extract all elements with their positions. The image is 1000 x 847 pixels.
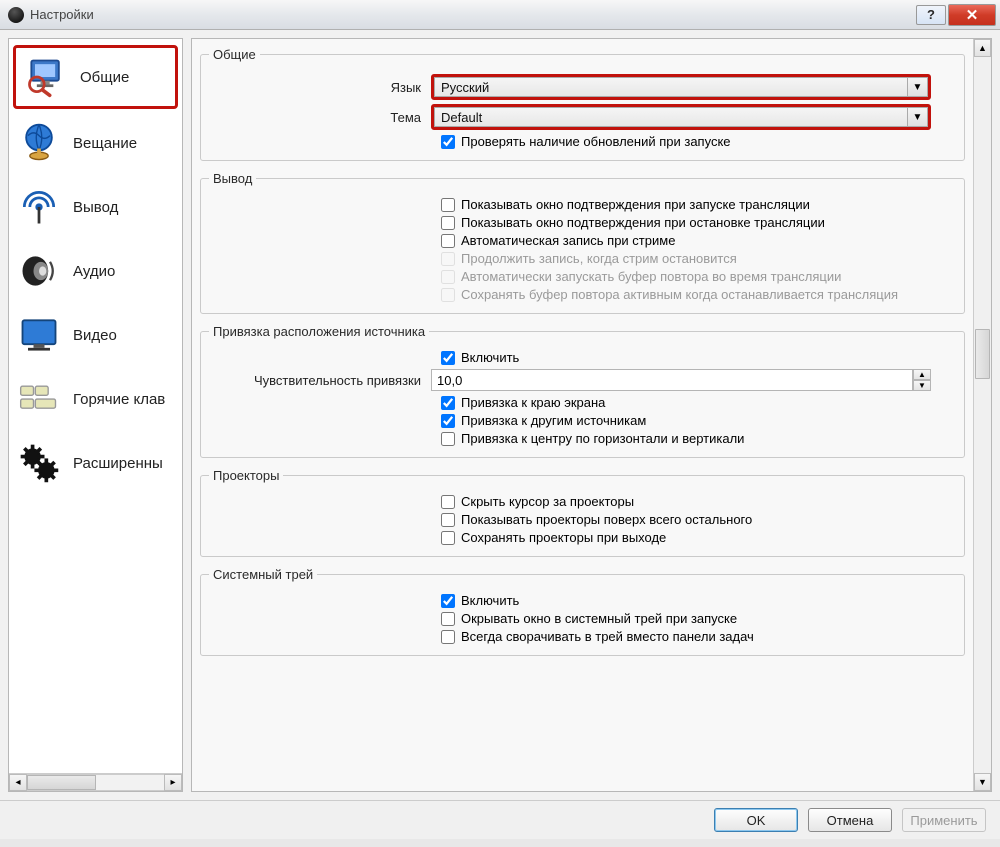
checkbox-label: Включить — [461, 350, 519, 365]
sensitivity-input[interactable] — [431, 369, 913, 391]
check-updates-row: Проверять наличие обновлений при запуске — [441, 134, 956, 149]
checkbox-label: Всегда сворачивать в трей вместо панели … — [461, 629, 754, 644]
keyboard-icon — [15, 375, 63, 423]
checkbox-label: Проверять наличие обновлений при запуске — [461, 134, 731, 149]
chevron-down-icon: ▼ — [908, 77, 928, 97]
tray-enable-checkbox[interactable] — [441, 594, 455, 608]
confirm-start-checkbox[interactable] — [441, 198, 455, 212]
checkbox-label: Привязка к центру по горизонтали и верти… — [461, 431, 744, 446]
section-legend: Привязка расположения источника — [209, 324, 429, 339]
apply-button: Применить — [902, 808, 986, 832]
language-label: Язык — [209, 80, 431, 95]
hide-cursor-checkbox[interactable] — [441, 495, 455, 509]
globe-icon — [15, 119, 63, 167]
checkbox-label: Скрыть курсор за проекторы — [461, 494, 634, 509]
checkbox-label: Показывать окно подтверждения при остано… — [461, 215, 825, 230]
checkbox-label: Сохранять буфер повтора активным когда о… — [461, 287, 898, 302]
cancel-button[interactable]: Отмена — [808, 808, 892, 832]
tray-start-minimized-checkbox[interactable] — [441, 612, 455, 626]
checkbox-label: Окрывать окно в системный трей при запус… — [461, 611, 737, 626]
sidebar: Общие Вещание Вывод Аудио — [8, 38, 183, 792]
snapping-enable-checkbox[interactable] — [441, 351, 455, 365]
spin-down-icon[interactable]: ▼ — [913, 380, 931, 391]
save-projectors-checkbox[interactable] — [441, 531, 455, 545]
scroll-right-icon[interactable]: ▸ — [164, 774, 182, 791]
sensitivity-label: Чувствительность привязки — [209, 373, 431, 388]
section-legend: Вывод — [209, 171, 256, 186]
section-projectors: Проекторы Скрыть курсор за проекторы Пок… — [200, 468, 965, 557]
checkbox-label: Включить — [461, 593, 519, 608]
scroll-down-icon[interactable]: ▼ — [974, 773, 991, 791]
close-button[interactable]: ✕ — [948, 4, 996, 26]
language-select[interactable]: Русский ▼ — [431, 74, 931, 100]
monitor-magnifier-icon — [22, 53, 70, 101]
checkbox-label: Показывать окно подтверждения при запуск… — [461, 197, 810, 212]
scroll-up-icon[interactable]: ▲ — [974, 39, 991, 57]
sidebar-item-output[interactable]: Вывод — [9, 175, 182, 239]
settings-content: Общие Язык Русский ▼ Тема Default — [191, 38, 992, 792]
sidebar-item-label: Аудио — [73, 263, 115, 280]
checkbox-label: Привязка к краю экрана — [461, 395, 605, 410]
sidebar-item-video[interactable]: Видео — [9, 303, 182, 367]
sidebar-item-hotkeys[interactable]: Горячие клав — [9, 367, 182, 431]
dialog-footer: OK Отмена Применить — [0, 800, 1000, 839]
sidebar-item-label: Горячие клав — [73, 391, 165, 408]
sidebar-item-general[interactable]: Общие — [13, 45, 178, 109]
section-tray: Системный трей Включить Окрывать окно в … — [200, 567, 965, 656]
auto-record-checkbox[interactable] — [441, 234, 455, 248]
app-icon — [8, 7, 24, 23]
section-snapping: Привязка расположения источника Включить… — [200, 324, 965, 458]
display-icon — [15, 311, 63, 359]
confirm-stop-checkbox[interactable] — [441, 216, 455, 230]
content-v-scrollbar[interactable]: ▲ ▼ — [973, 39, 991, 791]
window-title: Настройки — [30, 7, 94, 22]
section-legend: Проекторы — [209, 468, 283, 483]
sensitivity-spinner[interactable]: ▲ ▼ — [431, 369, 931, 391]
sidebar-item-label: Расширенны — [73, 455, 163, 472]
snap-center-checkbox[interactable] — [441, 432, 455, 446]
scroll-left-icon[interactable]: ◂ — [9, 774, 27, 791]
speaker-icon — [15, 247, 63, 295]
titlebar: Настройки ? ✕ — [0, 0, 1000, 30]
checkbox-label: Сохранять проекторы при выходе — [461, 530, 666, 545]
checkbox-label: Автоматически запускать буфер повтора во… — [461, 269, 841, 284]
section-legend: Общие — [209, 47, 260, 62]
sidebar-item-label: Видео — [73, 327, 117, 344]
checkbox-label: Привязка к другим источникам — [461, 413, 646, 428]
ok-button[interactable]: OK — [714, 808, 798, 832]
continue-record-checkbox — [441, 252, 455, 266]
checkbox-label: Продолжить запись, когда стрим остановит… — [461, 251, 737, 266]
sidebar-item-label: Вещание — [73, 135, 137, 152]
spin-up-icon[interactable]: ▲ — [913, 369, 931, 380]
auto-replay-buffer-checkbox — [441, 270, 455, 284]
section-legend: Системный трей — [209, 567, 317, 582]
section-general: Общие Язык Русский ▼ Тема Default — [200, 47, 965, 161]
keep-replay-buffer-checkbox — [441, 288, 455, 302]
gears-icon — [15, 439, 63, 487]
sidebar-item-label: Вывод — [73, 199, 118, 216]
sidebar-item-label: Общие — [80, 69, 129, 86]
sidebar-item-advanced[interactable]: Расширенны — [9, 431, 182, 495]
antenna-icon — [15, 183, 63, 231]
sidebar-item-stream[interactable]: Вещание — [9, 111, 182, 175]
section-output: Вывод Показывать окно подтверждения при … — [200, 171, 965, 314]
sidebar-item-audio[interactable]: Аудио — [9, 239, 182, 303]
help-button[interactable]: ? — [916, 5, 946, 25]
chevron-down-icon: ▼ — [908, 107, 928, 127]
snap-sources-checkbox[interactable] — [441, 414, 455, 428]
theme-label: Тема — [209, 110, 431, 125]
snap-edge-checkbox[interactable] — [441, 396, 455, 410]
projectors-always-top-checkbox[interactable] — [441, 513, 455, 527]
tray-always-minimize-checkbox[interactable] — [441, 630, 455, 644]
checkbox-label: Автоматическая запись при стриме — [461, 233, 675, 248]
checkbox-label: Показывать проекторы поверх всего осталь… — [461, 512, 752, 527]
sidebar-h-scrollbar[interactable]: ◂ ▸ — [9, 773, 182, 791]
check-updates-checkbox[interactable] — [441, 135, 455, 149]
theme-select[interactable]: Default ▼ — [431, 104, 931, 130]
